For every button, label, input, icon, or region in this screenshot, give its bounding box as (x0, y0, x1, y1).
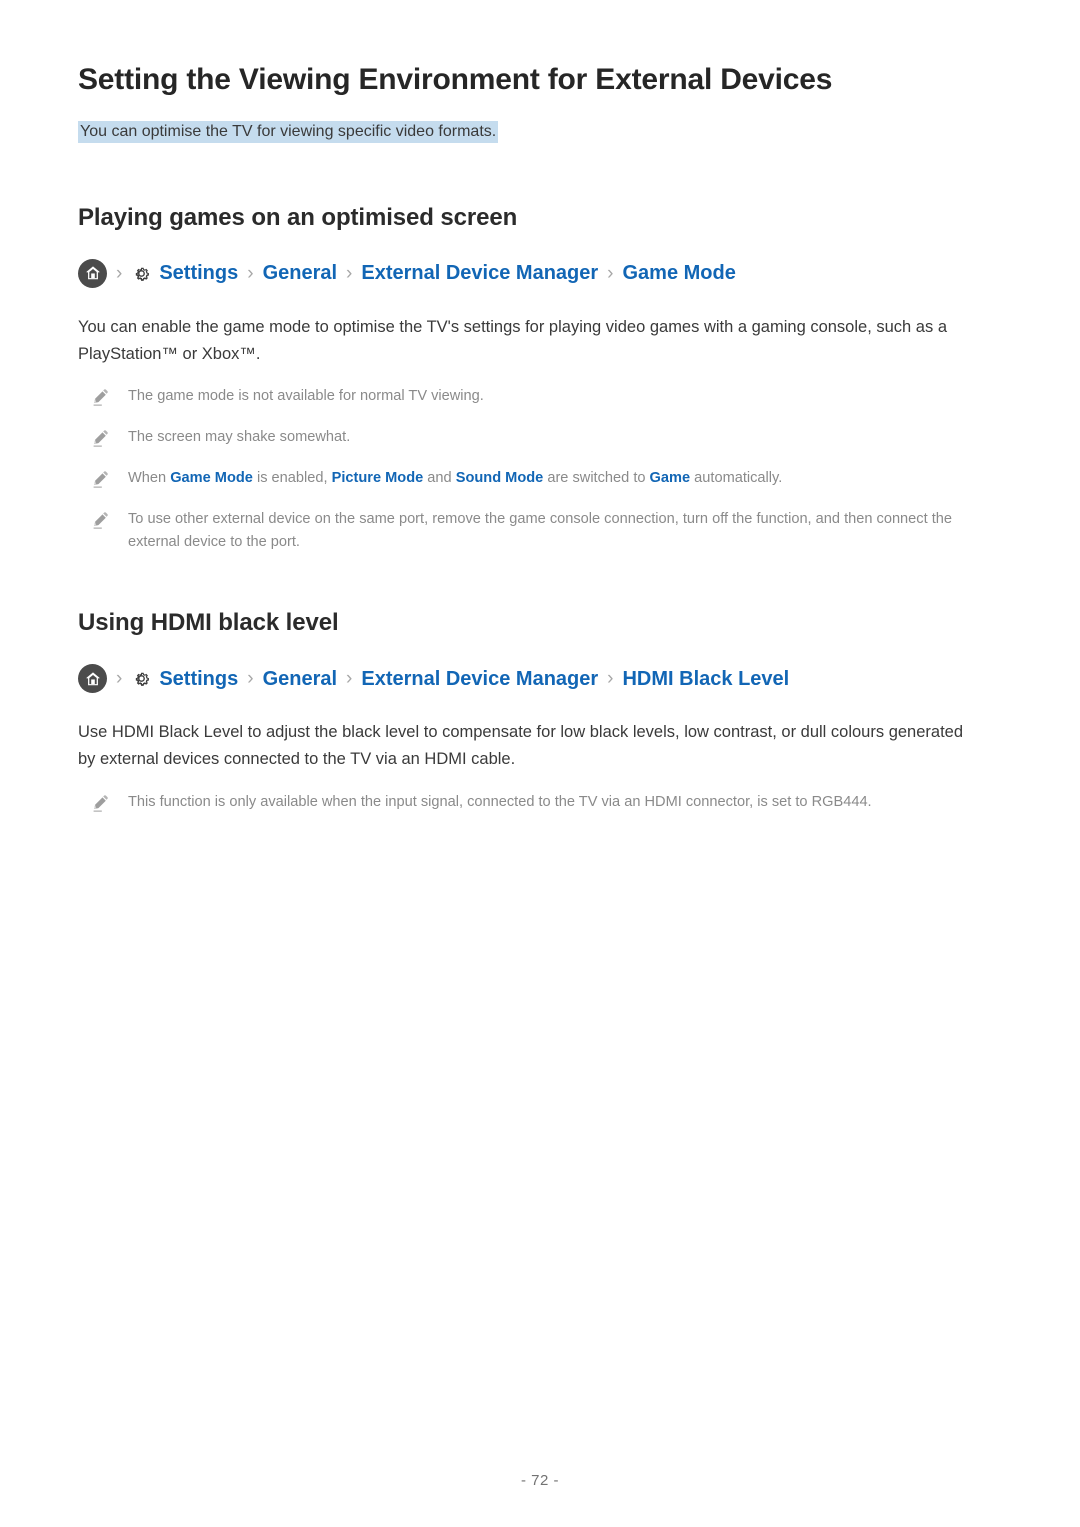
breadcrumb: › Settings › General › External Device Manage… (78, 664, 1002, 694)
sections-container: Playing games on an optimised screen › Set… (78, 203, 1002, 814)
page-subtitle-highlighted: You can optimise the TV for viewing spec… (78, 121, 499, 143)
note-plain-text: To use other external device on the same… (128, 511, 952, 551)
section-heading: Using HDMI black level (78, 609, 339, 637)
pencil-icon (92, 429, 110, 449)
page-number-footer: - 72 - (520, 1472, 559, 1489)
note-plain-text: and (423, 470, 456, 487)
note-emphasis-term: Sound Mode (455, 470, 544, 487)
note-plain-text: This function is only available when the… (128, 793, 872, 810)
gear-icon[interactable] (131, 668, 152, 689)
note-emphasis-term: Game Mode (170, 470, 253, 487)
pencil-icon (92, 388, 110, 408)
note-plain-text: automatically. (690, 470, 783, 487)
note-item: To use other external device on the same… (78, 508, 1002, 554)
page-title: Setting the Viewing Environment for Exte… (78, 63, 833, 96)
breadcrumb-separator-icon: › (607, 668, 614, 690)
breadcrumb-item-settings[interactable]: Settings (159, 261, 238, 285)
note-emphasis-term: Picture Mode (331, 470, 424, 487)
section-body-text: Use HDMI Black Level to adjust the black… (78, 723, 964, 769)
pencil-icon (92, 794, 110, 814)
note-item: When Game Mode is enabled, Picture Mode … (78, 467, 1002, 490)
pencil-icon (92, 470, 110, 490)
note-list: This function is only available when the… (78, 791, 1002, 814)
note-plain-text: is enabled, (252, 470, 332, 487)
home-icon[interactable] (78, 664, 107, 694)
note-emphasis-term: Game (649, 470, 691, 487)
breadcrumb-separator-icon: › (607, 262, 614, 284)
document-page: Setting the Viewing Environment for Exte… (0, 0, 1080, 1527)
note-text: When Game Mode is enabled, Picture Mode … (128, 467, 782, 490)
section-heading: Playing games on an optimised screen (78, 203, 518, 231)
note-plain-text: are switched to (543, 470, 650, 487)
breadcrumb-separator-icon: › (116, 262, 123, 284)
note-plain-text: The game mode is not available for norma… (128, 388, 484, 405)
note-text: This function is only available when the… (128, 791, 872, 814)
breadcrumb-item-game-mode[interactable]: Game Mode (622, 261, 735, 285)
note-item: This function is only available when the… (78, 791, 1002, 814)
note-list: The game mode is not available for norma… (78, 385, 1002, 554)
pencil-icon (92, 511, 110, 531)
section-body-text: You can enable the game mode to optimise… (78, 317, 947, 363)
breadcrumb-item-settings[interactable]: Settings (159, 667, 238, 691)
gear-icon[interactable] (131, 263, 152, 284)
note-text: The game mode is not available for norma… (128, 385, 484, 408)
breadcrumb-separator-icon: › (116, 668, 123, 690)
page-subtitle-container: You can optimise the TV for viewing spec… (78, 120, 1002, 145)
note-text: To use other external device on the same… (128, 508, 968, 554)
note-item: The game mode is not available for norma… (78, 385, 1002, 408)
breadcrumb-separator-icon: › (247, 262, 254, 284)
breadcrumb-separator-icon: › (346, 262, 353, 284)
note-plain-text: The screen may shake somewhat. (128, 429, 351, 446)
breadcrumb-separator-icon: › (247, 668, 254, 690)
note-item: The screen may shake somewhat. (78, 426, 1002, 449)
breadcrumb-item-general[interactable]: General (263, 261, 337, 285)
breadcrumb-item-external-device-manager[interactable]: External Device Manager (361, 261, 598, 285)
note-text: The screen may shake somewhat. (128, 426, 350, 449)
home-icon[interactable] (78, 258, 107, 288)
note-plain-text: When (128, 470, 171, 487)
breadcrumb: › Settings › General › External Device Manage… (78, 258, 1002, 288)
breadcrumb-separator-icon: › (346, 668, 353, 690)
breadcrumb-item-external-device-manager[interactable]: External Device Manager (361, 667, 598, 691)
section: Using HDMI black level › Settings › General ›… (78, 608, 1002, 813)
breadcrumb-item-general[interactable]: General (263, 667, 337, 691)
section: Playing games on an optimised screen › Set… (78, 203, 1002, 555)
breadcrumb-item-hdmi-black-level[interactable]: HDMI Black Level (622, 667, 789, 691)
